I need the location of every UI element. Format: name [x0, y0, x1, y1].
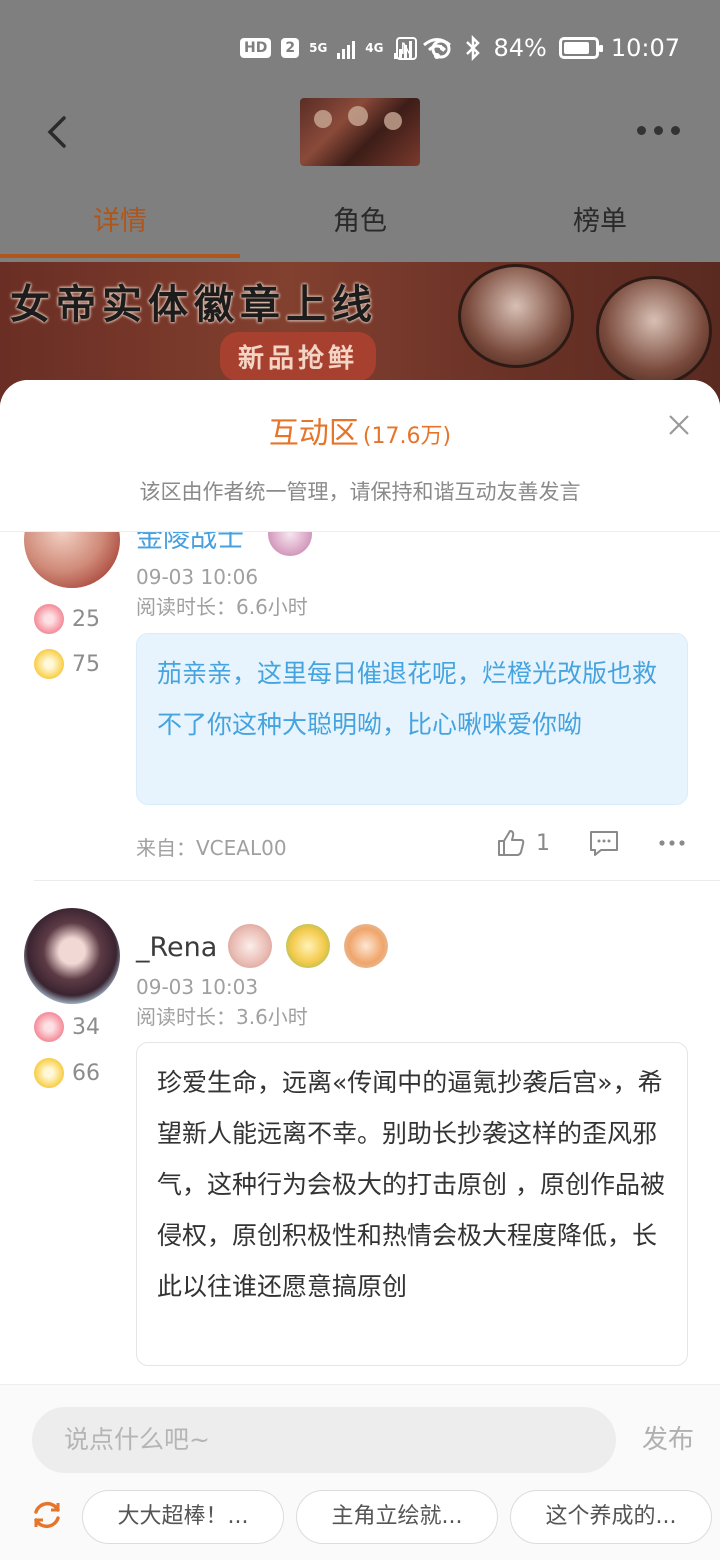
network-5g-label: 5G — [309, 41, 328, 55]
detail-tabs: 详情 角色 榜单 — [0, 190, 720, 260]
sheet-header: 互动区 (17.6万) 该区由作者统一管理，请保持和谐互动友善发言 — [0, 380, 720, 532]
like-count: 1 — [536, 830, 550, 856]
interaction-sheet: 互动区 (17.6万) 该区由作者统一管理，请保持和谐互动友善发言 金陵战士 09… — [0, 380, 720, 1560]
quick-reply-chip[interactable]: 主角立绘就... — [296, 1490, 498, 1544]
top-nav — [0, 96, 720, 168]
tab-details[interactable]: 详情 — [0, 190, 240, 260]
comment-composer: 说点什么吧~ 发布 大大超棒！... 主角立绘就... 这个养成的... — [0, 1384, 720, 1560]
bluetooth-icon — [466, 35, 481, 61]
username[interactable]: 金陵战士 — [136, 532, 244, 555]
yellow-flower-count: 66 — [72, 1060, 100, 1086]
yellow-flower-stat: 66 — [34, 1058, 100, 1088]
refresh-icon[interactable] — [30, 1498, 64, 1532]
sheet-notice: 该区由作者统一管理，请保持和谐互动友善发言 — [139, 480, 581, 504]
post-source: 来自：VCEAL00 — [136, 836, 287, 860]
battery-icon — [558, 37, 603, 59]
pink-flower-icon — [34, 1012, 64, 1042]
pink-flower-icon — [34, 604, 64, 634]
reply-icon[interactable] — [588, 828, 620, 858]
like-button[interactable]: 1 — [496, 828, 550, 858]
read-time: 阅读时长：3.6小时 — [136, 1005, 308, 1029]
comment-count: (17.6万) — [362, 424, 452, 449]
status-bar: HD 2 5G 4G N 84% 10:07 — [0, 0, 720, 100]
clock: 10:07 — [610, 34, 680, 62]
comment-item: _Rena 09-03 10:03 阅读时长：3.6小时 34 66 珍爱生命，… — [0, 882, 720, 1387]
comment-content: 茄亲亲，这里每日催退花呢，烂橙光改版也救不了你这种大聪明呦，比心啾咪爱你呦 — [136, 633, 688, 805]
yellow-flower-count: 75 — [72, 651, 100, 677]
username[interactable]: _Rena — [136, 932, 217, 963]
banner-title: 女帝实体徽章上线 — [10, 281, 378, 328]
fan-medal-icon — [344, 924, 388, 968]
back-arrow-icon[interactable] — [42, 114, 72, 150]
system-indicators: N 84% 10:07 — [395, 34, 680, 62]
pink-flower-stat: 25 — [34, 604, 100, 634]
badge-image — [458, 264, 574, 368]
more-options-icon[interactable] — [658, 839, 686, 847]
battery-percent: 84% — [493, 34, 547, 62]
avatar[interactable] — [24, 532, 120, 588]
sheet-title: 互动区 (17.6万) — [0, 408, 720, 452]
comment-content: 珍爱生命，远离«传闻中的逼氪抄袭后宫»，希望新人能远离不幸。别助长抄袭这样的歪风… — [136, 1042, 688, 1366]
sheet-title-text: 互动区 — [268, 416, 359, 451]
fan-medal-icon — [228, 924, 272, 968]
tab-characters[interactable]: 角色 — [240, 190, 480, 260]
fan-medal-icon — [286, 924, 330, 968]
divider — [34, 880, 720, 881]
comment-input[interactable]: 说点什么吧~ — [32, 1407, 616, 1473]
nfc-icon: N — [395, 36, 418, 60]
signal-icon — [337, 37, 356, 59]
hd-badge: HD — [240, 38, 272, 58]
yellow-flower-icon — [34, 649, 64, 679]
tab-rankings[interactable]: 榜单 — [480, 190, 720, 260]
badge-image — [596, 276, 712, 386]
pink-flower-stat: 34 — [34, 1012, 100, 1042]
post-time: 09-03 10:03 — [136, 975, 259, 999]
story-cover-thumbnail[interactable] — [300, 98, 420, 166]
read-time: 阅读时长：6.6小时 — [136, 595, 308, 619]
yellow-flower-stat: 75 — [34, 649, 100, 679]
pink-flower-count: 34 — [72, 1014, 100, 1040]
post-actions: 1 — [496, 828, 686, 858]
quick-reply-chip[interactable]: 这个养成的... — [510, 1490, 712, 1544]
quick-reply-chip[interactable]: 大大超棒！... — [82, 1490, 284, 1544]
sim-badge: 2 — [281, 38, 300, 58]
network-4g-label: 4G — [365, 41, 384, 55]
alarm-icon — [431, 39, 451, 59]
thumbs-up-icon — [498, 830, 525, 856]
banner-tag: 新品抢鲜 — [220, 332, 377, 381]
publish-button[interactable]: 发布 — [642, 1407, 694, 1473]
pink-flower-count: 25 — [72, 606, 100, 632]
avatar[interactable] — [24, 908, 120, 1004]
post-time: 09-03 10:06 — [136, 565, 259, 589]
more-options-icon[interactable] — [637, 126, 680, 135]
fan-medal-icon — [268, 532, 312, 556]
comment-item: 金陵战士 09-03 10:06 阅读时长：6.6小时 25 75 茄亲亲，这里… — [0, 532, 720, 882]
comment-feed[interactable]: 金陵战士 09-03 10:06 阅读时长：6.6小时 25 75 茄亲亲，这里… — [0, 532, 720, 1387]
yellow-flower-icon — [34, 1058, 64, 1088]
close-icon[interactable] — [668, 414, 690, 436]
